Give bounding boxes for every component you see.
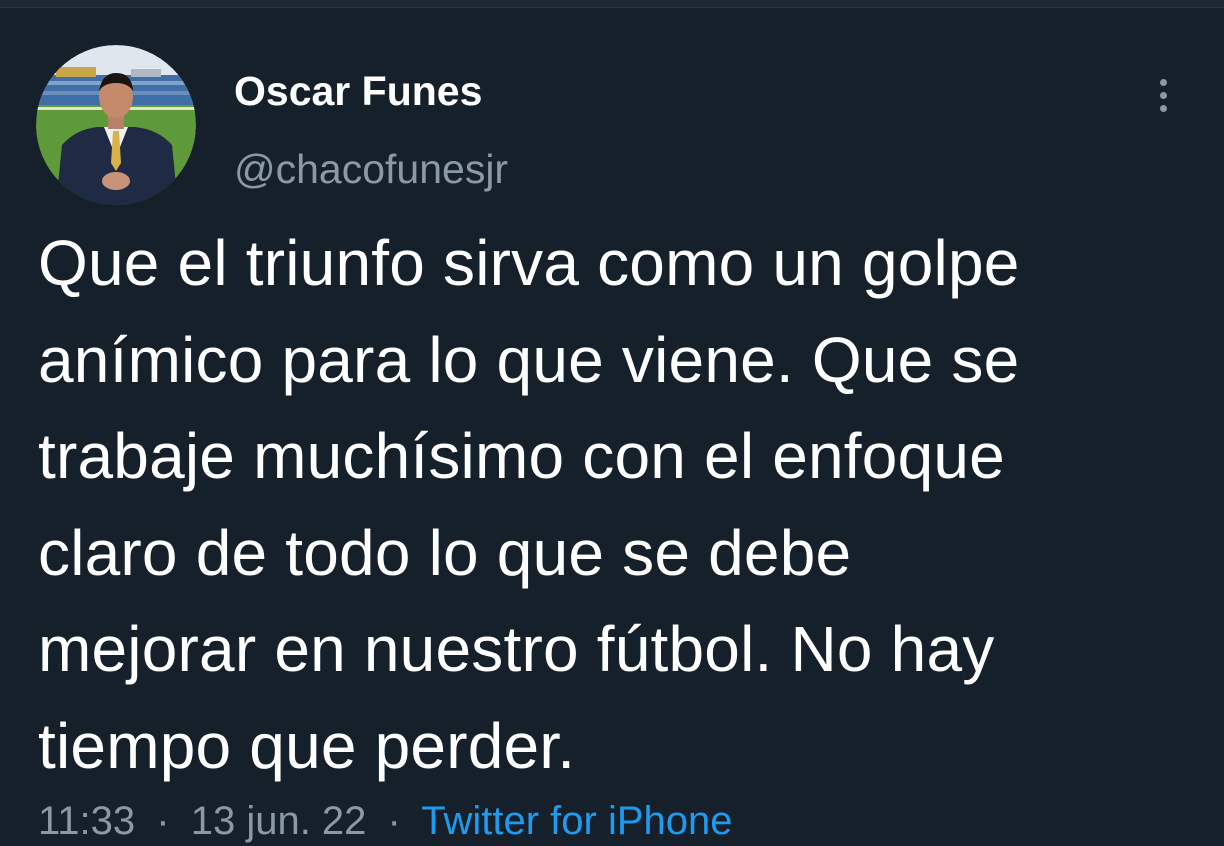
more-options-button[interactable] — [1148, 70, 1178, 120]
author-handle[interactable]: @chacofunesjr — [234, 144, 508, 194]
author-display-name[interactable]: Oscar Funes — [234, 66, 482, 116]
tweet-meta: 11:33 · 13 jun. 22 · Twitter for iPhone — [38, 796, 733, 846]
meta-separator: · — [387, 799, 401, 843]
tweet: Oscar Funes @chacofunesjr Que el triunfo… — [0, 0, 1224, 843]
profile-photo-icon — [36, 45, 196, 205]
tweet-date[interactable]: 13 jun. 22 — [191, 799, 367, 843]
tweet-time[interactable]: 11:33 — [38, 799, 135, 843]
tweet-source-link[interactable]: Twitter for iPhone — [421, 799, 732, 843]
more-vertical-icon — [1159, 78, 1167, 86]
tweet-text: Que el triunfo sirva como un golpe aními… — [38, 227, 1020, 782]
avatar[interactable] — [36, 45, 196, 205]
meta-separator: · — [156, 799, 170, 843]
